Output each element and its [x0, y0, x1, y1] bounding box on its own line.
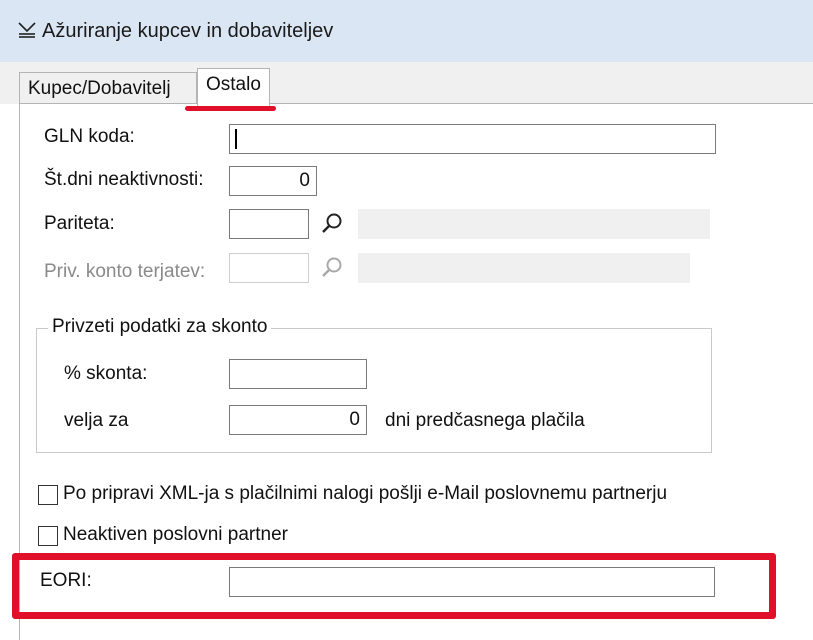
tab-strip: Kupec/Dobavitelj Ostalo [0, 62, 813, 106]
parity-input[interactable] [229, 209, 309, 239]
tab-customer-supplier[interactable]: Kupec/Dobavitelj [19, 72, 197, 106]
discount-groupbox [36, 328, 712, 453]
priv-account-label: Priv. konto terjatev: [44, 261, 206, 282]
gln-input[interactable] [229, 124, 716, 154]
inactive-partner-label[interactable]: Neaktiven poslovni partner [63, 524, 288, 546]
priv-account-search-icon [322, 257, 342, 277]
inactivity-days-label: Št.dni neaktivnosti: [44, 169, 204, 190]
parity-description [358, 209, 710, 239]
tab-other[interactable]: Ostalo [197, 68, 270, 106]
send-email-label[interactable]: Po pripravi XML-ja s plačilnimi nalogi p… [63, 483, 667, 505]
priv-account-description [358, 253, 690, 283]
priv-account-input [229, 253, 309, 283]
inactivity-days-input[interactable] [229, 166, 317, 196]
discount-percent-label: % skonta: [64, 363, 148, 384]
window-titlebar: Ažuriranje kupcev in dobaviteljev [0, 0, 813, 63]
window-title: Ažuriranje kupcev in dobaviteljev [42, 20, 334, 42]
gln-label: GLN koda: [44, 126, 135, 147]
text-caret [235, 129, 237, 149]
discount-percent-input[interactable] [229, 359, 367, 389]
edit-window-icon [18, 22, 36, 38]
parity-search-icon[interactable] [321, 212, 343, 234]
inactive-partner-checkbox[interactable] [38, 526, 58, 546]
valid-days-suffix: dni predčasnega plačila [385, 410, 585, 431]
eori-highlight-annotation [12, 553, 776, 619]
valid-for-label: velja za [64, 410, 129, 431]
send-email-checkbox[interactable] [38, 485, 58, 505]
valid-days-input[interactable] [229, 405, 367, 435]
parity-label: Pariteta: [44, 213, 115, 234]
active-tab-marker [185, 106, 276, 111]
discount-group-title: Privzeti podatki za skonto [48, 316, 272, 338]
